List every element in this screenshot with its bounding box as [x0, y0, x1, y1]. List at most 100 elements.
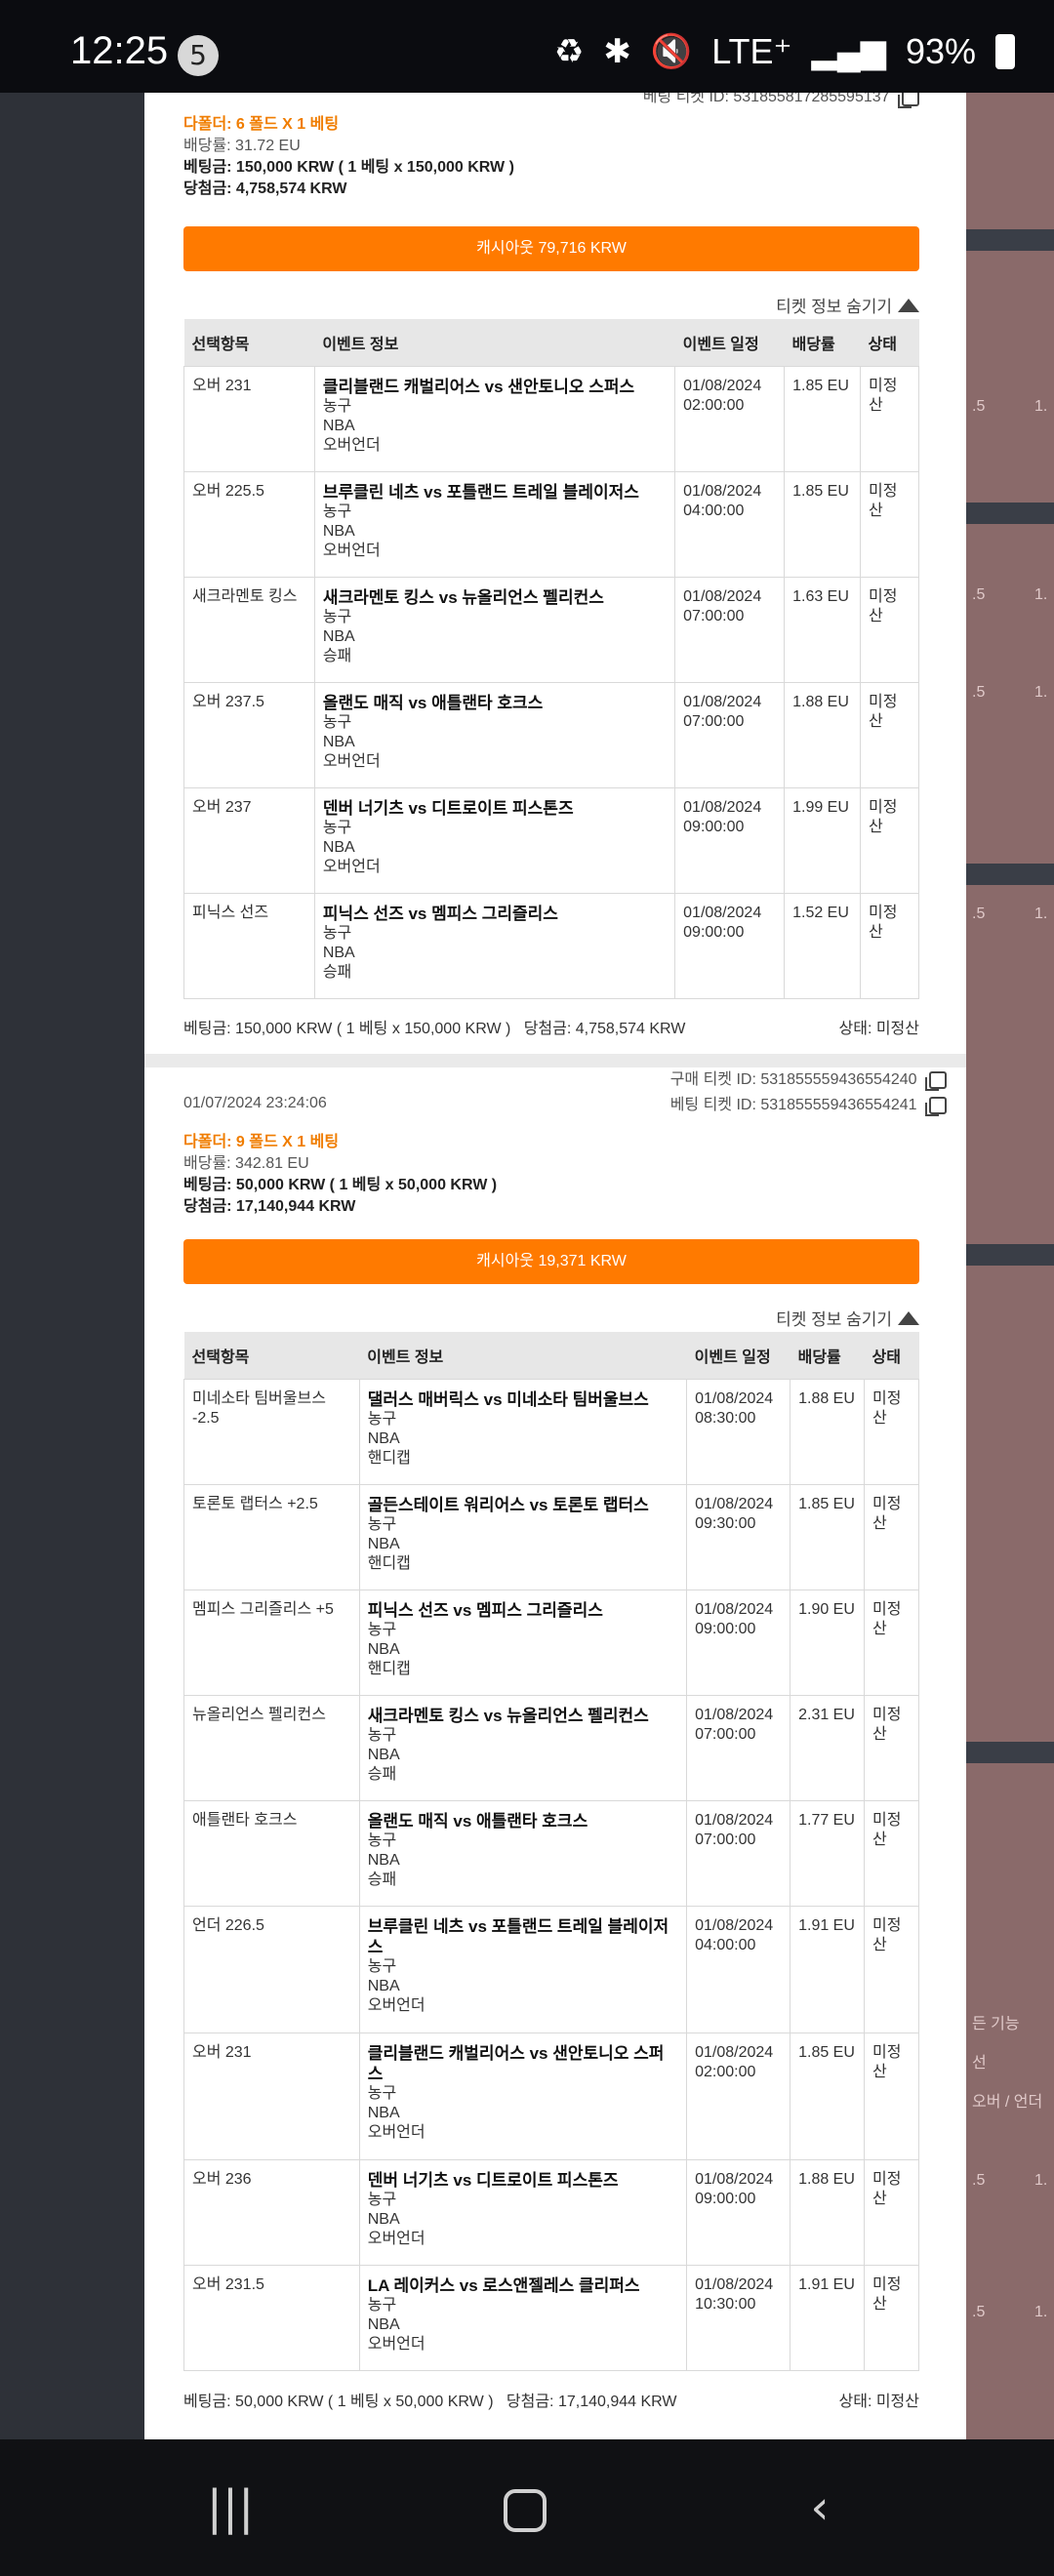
footer-status: 상태: 미정산 — [838, 2394, 920, 2410]
event-schedule-cell: 01/08/2024 08:30:00 — [686, 1378, 791, 1485]
event-date: 01/08/2024 — [683, 587, 762, 605]
status-cell: 미정산 — [864, 1799, 919, 1907]
event-time: 08:30:00 — [695, 1409, 756, 1427]
panel-strip — [966, 503, 1054, 524]
cashout-button[interactable]: 캐시아웃 79,716 KRW — [183, 226, 919, 271]
event-date: 01/08/2024 — [695, 1389, 774, 1407]
table-header-row: 선택항목 이벤트 정보 이벤트 일정 배당률 상태 — [183, 319, 919, 366]
bet-ticket-id-row: 베팅 티켓 ID: 531855817285595137 — [643, 93, 919, 108]
odds-cell: 1.77 EU — [790, 1799, 866, 1907]
event-schedule-cell: 01/08/2024 02:00:00 — [674, 365, 786, 472]
event-date: 01/08/2024 — [683, 693, 762, 710]
selection-cell: 피닉스 선즈 — [183, 892, 315, 999]
event-time: 07:00:00 — [695, 1725, 756, 1743]
odds-cell: 1.85 EU — [790, 2032, 866, 2160]
event-sport: 농구 — [322, 397, 352, 415]
event-title: 올랜도 매직 vs 애틀랜타 호크스 — [367, 1811, 588, 1831]
ticket-title: 다폴더: 6 폴드 X 1 베팅 — [183, 116, 340, 133]
selection-cell: 오버 237 — [183, 786, 315, 894]
selection-cell: 멤피스 그리즐리스 +5 — [183, 1589, 360, 1696]
status-icons: ♻ ✱ 🔇 LTE⁺ ▂▄▆ 93% — [554, 31, 1015, 72]
event-date: 01/08/2024 — [695, 2275, 774, 2293]
event-title: 피닉스 선즈 vs 멤피스 그리즐리스 — [367, 1600, 603, 1620]
odds-cell: 1.99 EU — [784, 786, 862, 894]
status-cell: 미정산 — [864, 1589, 919, 1696]
bet-history-content: 베팅 티켓 ID: 531855817285595137 다폴더: 6 폴드 X… — [144, 93, 966, 2439]
hide-ticket-info-toggle[interactable]: 티켓 정보 숨기기 — [776, 1306, 919, 1330]
event-schedule-cell: 01/08/2024 07:00:00 — [674, 576, 786, 683]
event-info-cell: 덴버 너기츠 vs 디트로이트 피스톤즈 농구 NBA 오버언더 — [313, 786, 676, 894]
selection-cell: 새크라멘토 킹스 — [183, 576, 315, 683]
copy-icon[interactable] — [925, 1070, 947, 1091]
event-league: NBA — [367, 1977, 400, 1994]
event-date: 01/08/2024 — [695, 2043, 774, 2061]
event-info-cell: 클리블랜드 캐벌리어스 vs 샌안토니오 스퍼스 농구 NBA 오버언더 — [313, 365, 676, 472]
table-row: 오버 231 클리블랜드 캐벌리어스 vs 샌안토니오 스퍼스 농구 NBA 오버언더 0… — [183, 365, 919, 472]
bet-selection-table: 선택항목 이벤트 정보 이벤트 일정 배당률 상태 미네소타 팀버울브스 -2.… — [183, 1332, 919, 2371]
table-row: 오버 237.5 올랜도 매직 vs 애틀랜타 호크스 농구 NBA 오버언더 01/08… — [183, 681, 919, 788]
event-title: 올랜도 매직 vs 애틀랜타 호크스 — [322, 693, 544, 712]
android-nav-bar: ||| ‹ — [0, 2439, 1054, 2576]
event-title: 클리블랜드 캐벌리어스 vs 샌안토니오 스퍼스 — [367, 2043, 665, 2083]
event-info-cell: 클리블랜드 캐벌리어스 vs 샌안토니오 스퍼스 농구 NBA 오버언더 — [358, 2032, 688, 2160]
battery-percent: 93% — [905, 31, 976, 71]
panel-value: .5 — [972, 684, 986, 701]
event-time: 04:00:00 — [695, 1936, 756, 1953]
event-market: 오버언더 — [367, 2230, 426, 2247]
selection-cell: 애틀랜타 호크스 — [183, 1799, 360, 1907]
event-league: NBA — [367, 2210, 400, 2228]
event-time: 09:00:00 — [683, 923, 745, 941]
table-row: 피닉스 선즈 피닉스 선즈 vs 멤피스 그리즐리스 농구 NBA 승패 01/08/20… — [183, 892, 919, 999]
panel-value: 1. — [1034, 398, 1048, 415]
ticket-title: 다폴더: 9 폴드 X 1 베팅 — [183, 1134, 340, 1150]
status-cell: 미정산 — [864, 1483, 919, 1590]
recent-apps-icon[interactable]: ||| — [191, 2478, 269, 2537]
selection-cell: 토론토 랩터스 +2.5 — [183, 1483, 360, 1590]
cashout-button[interactable]: 캐시아웃 19,371 KRW — [183, 1239, 919, 1284]
triangle-up-icon — [898, 1310, 919, 1325]
footer-summary: 베팅금: 150,000 KRW ( 1 베팅 x 150,000 KRW ) … — [183, 1021, 686, 1037]
event-time: 09:00:00 — [695, 2190, 756, 2207]
status-cell: 미정산 — [864, 2032, 919, 2160]
hide-ticket-info-toggle[interactable]: 티켓 정보 숨기기 — [776, 293, 919, 317]
panel-value: 1. — [1034, 2172, 1048, 2189]
event-league: NBA — [322, 733, 355, 750]
event-info-cell: LA 레이커스 vs 로스앤젤레스 클리퍼스 농구 NBA 오버언더 — [358, 2264, 688, 2371]
event-sport: 농구 — [322, 713, 352, 731]
table-row: 오버 225.5 브루클린 네츠 vs 포틀랜드 트레일 블레이저스 농구 NBA 오버… — [183, 470, 919, 578]
bet-ticket-id-row: 베팅 티켓 ID: 531855559436554241 — [670, 1095, 947, 1116]
panel-value: 1. — [1034, 684, 1048, 701]
event-market: 오버언더 — [367, 2335, 426, 2353]
table-row: 오버 237 덴버 너기츠 vs 디트로이트 피스톤즈 농구 NBA 오버언더 01/08… — [183, 786, 919, 894]
event-market: 승패 — [322, 963, 352, 981]
event-title: 새크라멘토 킹스 vs 뉴올리언스 펠리컨스 — [322, 587, 604, 607]
event-time: 04:00:00 — [683, 502, 745, 519]
ticket-stake: 베팅금: 150,000 KRW ( 1 베팅 x 150,000 KRW ) — [183, 159, 514, 176]
back-icon[interactable]: ‹ — [781, 2478, 859, 2537]
copy-icon[interactable] — [925, 1096, 947, 1116]
status-cell: 미정산 — [864, 2264, 919, 2371]
event-sport: 농구 — [322, 608, 352, 625]
bet-selection-table: 선택항목 이벤트 정보 이벤트 일정 배당률 상태 오버 231 클리블랜드 캐벌… — [183, 319, 919, 999]
odds-cell: 1.85 EU — [784, 470, 862, 578]
home-icon[interactable] — [486, 2478, 564, 2537]
event-league: NBA — [367, 1640, 400, 1658]
event-info-cell: 피닉스 선즈 vs 멤피스 그리즐리스 농구 NBA 승패 — [313, 892, 676, 999]
event-info-cell: 피닉스 선즈 vs 멤피스 그리즐리스 농구 NBA 핸디캡 — [358, 1589, 688, 1696]
event-schedule-cell: 01/08/2024 07:00:00 — [686, 1799, 791, 1907]
odds-cell: 1.88 EU — [790, 2158, 866, 2266]
background-odds-panel: .5 1. .5 1. .5 1. .5 1. 든 기능 선 오버 / 언더 .… — [966, 93, 1054, 2439]
status-cell: 미정산 — [860, 576, 919, 683]
panel-strip — [966, 1244, 1054, 1266]
signal-icon: ▂▄▆ — [811, 33, 886, 70]
ticket-odds: 배당률: 342.81 EU — [183, 1155, 309, 1172]
panel-label: 오버 / 언더 — [972, 2094, 1043, 2111]
col-selection: 선택항목 — [183, 319, 315, 366]
selection-cell: 오버 236 — [183, 2158, 360, 2266]
event-title: 새크라멘토 킹스 vs 뉴올리언스 펠리컨스 — [367, 1706, 649, 1725]
event-info-cell: 덴버 너기츠 vs 디트로이트 피스톤즈 농구 NBA 오버언더 — [358, 2158, 688, 2266]
ticket-card-2: 01/07/2024 23:24:06 구매 티켓 ID: 5318555594… — [144, 1067, 966, 2439]
copy-icon[interactable] — [898, 93, 919, 108]
event-title: 덴버 너기츠 vs 디트로이트 피스톤즈 — [322, 798, 574, 818]
event-market: 핸디캡 — [367, 1554, 411, 1572]
